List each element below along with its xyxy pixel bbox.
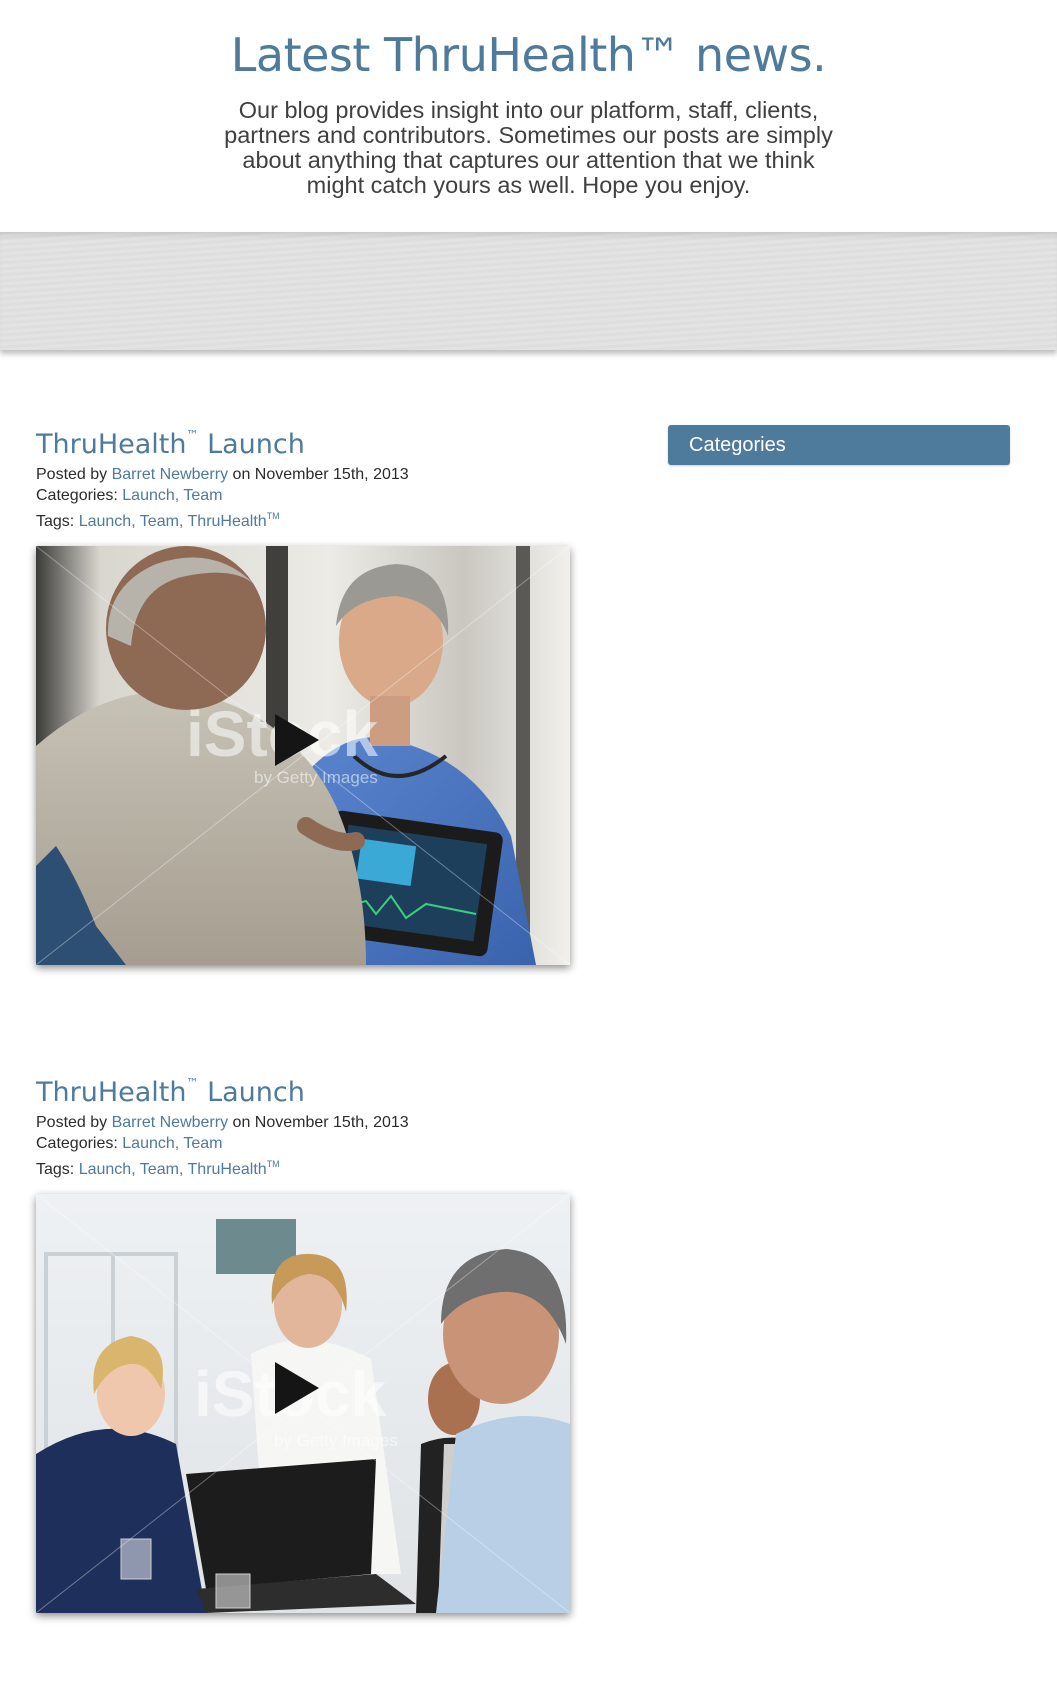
blog-post: ThruHealth™ Launch Posted by Barret Newb… (36, 1064, 576, 1613)
banner-strip (0, 232, 1057, 350)
tag-link-launch[interactable]: Launch (79, 513, 132, 530)
tag-link-launch[interactable]: Launch (79, 1161, 132, 1178)
trademark-mark: ™ (186, 1076, 199, 1090)
category-link-team[interactable]: Team (183, 1135, 222, 1152)
author-link[interactable]: Barret Newberry (112, 1114, 228, 1131)
post-tags: Tags: Launch, Team, ThruHealthTM (36, 511, 280, 530)
trademark-mark: ™ (186, 428, 199, 442)
page-title: Latest ThruHealth™ news. (230, 28, 827, 82)
post-date: on November 15th, 2013 (228, 466, 409, 483)
categories-header[interactable]: Categories (668, 425, 1010, 465)
post-byline: Posted by Barret Newberry on November 15… (36, 466, 409, 483)
author-link[interactable]: Barret Newberry (112, 466, 228, 483)
post-title[interactable]: ThruHealth™ Launch (36, 416, 576, 464)
tag-link-thruhealth[interactable]: ThruHealthTM (188, 511, 280, 530)
tag-link-team[interactable]: Team (140, 513, 179, 530)
post-byline: Posted by Barret Newberry on November 15… (36, 1114, 409, 1131)
post-video-thumbnail[interactable]: iStock by Getty Images (36, 1194, 570, 1613)
blog-post: ThruHealth™ Launch Posted by Barret Newb… (36, 416, 576, 965)
category-link-team[interactable]: Team (183, 487, 222, 504)
category-link-launch[interactable]: Launch (122, 1135, 175, 1152)
category-link-launch[interactable]: Launch (122, 487, 175, 504)
post-date: on November 15th, 2013 (228, 1114, 409, 1131)
tag-link-team[interactable]: Team (140, 1161, 179, 1178)
tag-link-thruhealth[interactable]: ThruHealthTM (188, 1159, 280, 1178)
post-categories: Categories: Launch, Team (36, 487, 223, 504)
post-title[interactable]: ThruHealth™ Launch (36, 1064, 576, 1112)
post-video-thumbnail[interactable]: iStock by Getty Images (36, 546, 570, 965)
play-icon[interactable] (273, 1360, 321, 1416)
play-icon[interactable] (273, 712, 321, 768)
post-categories: Categories: Launch, Team (36, 1135, 223, 1152)
post-tags: Tags: Launch, Team, ThruHealthTM (36, 1159, 280, 1178)
blog-intro: Our blog provides insight into our platf… (224, 97, 833, 198)
